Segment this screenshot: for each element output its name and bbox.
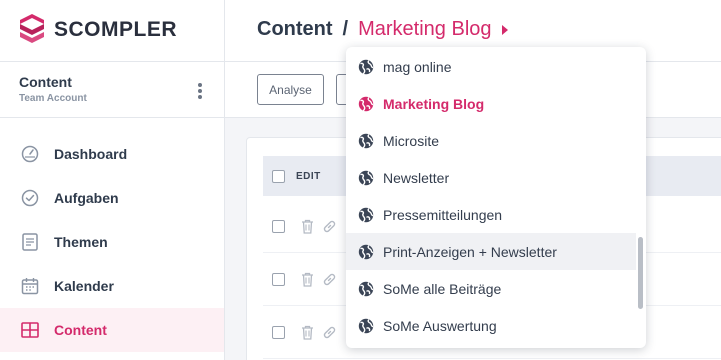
dropdown-item-label: Pressemitteilungen — [383, 206, 503, 223]
channel-selector[interactable]: Marketing Blog — [358, 18, 491, 41]
sidebar: SCOMPLER Content Team Account Dashboard … — [0, 0, 225, 360]
kebab-dot — [198, 83, 202, 87]
dropdown-item-label: Marketing Blog — [383, 95, 485, 112]
dropdown-item-print-anzeigen-newsletter[interactable]: Print-Anzeigen + Newsletter — [346, 233, 636, 270]
dropdown-item-pressemitteilungen[interactable]: Pressemitteilungen — [346, 196, 636, 233]
sidebar-item-label: Aufgaben — [54, 190, 119, 206]
trash-icon[interactable] — [299, 271, 315, 287]
account-type: Team Account — [19, 93, 87, 104]
globe-icon — [358, 96, 374, 112]
select-all-checkbox[interactable] — [272, 169, 285, 183]
sidebar-item-themen[interactable]: Themen — [0, 220, 224, 264]
document-icon — [20, 232, 40, 252]
channel-dropdown: mag online Marketing Blog Microsite News… — [346, 47, 646, 348]
sidebar-item-dashboard[interactable]: Dashboard — [0, 132, 224, 176]
brand-logo[interactable]: SCOMPLER — [18, 12, 177, 48]
globe-icon — [358, 207, 374, 223]
dropdown-item-mag-online[interactable]: mag online — [346, 48, 636, 85]
calendar-icon — [20, 276, 40, 296]
globe-icon — [358, 59, 374, 75]
dropdown-item-some-auswertung[interactable]: SoMe Auswertung — [346, 307, 636, 344]
sidebar-item-content[interactable]: Content — [0, 308, 224, 352]
link-icon[interactable] — [321, 271, 337, 287]
dropdown-item-label: Print-Anzeigen + Newsletter — [383, 243, 557, 260]
dropdown-scrollbar[interactable] — [638, 237, 643, 309]
sidebar-item-label: Kalender — [54, 278, 114, 294]
divider — [0, 117, 225, 118]
caret-right-icon[interactable] — [501, 24, 508, 35]
account-menu-button[interactable] — [193, 80, 207, 102]
gauge-icon — [20, 144, 40, 164]
dropdown-item-label: Microsite — [383, 132, 440, 149]
link-icon[interactable] — [321, 218, 337, 234]
sidebar-item-label: Dashboard — [54, 146, 128, 162]
breadcrumb-separator: / — [342, 18, 349, 40]
dropdown-item-label: mag online — [383, 58, 452, 75]
dropdown-item-microsite[interactable]: Microsite — [346, 122, 636, 159]
dropdown-item-marketing-blog[interactable]: Marketing Blog — [346, 85, 636, 122]
sidebar-item-label: Themen — [54, 234, 108, 250]
kebab-dot — [198, 89, 202, 93]
brand-name: SCOMPLER — [54, 18, 178, 41]
trash-icon[interactable] — [299, 218, 315, 234]
sidebar-nav: Dashboard Aufgaben Themen Kalender Conte… — [0, 132, 224, 352]
row-checkbox[interactable] — [272, 219, 285, 233]
scompler-logo-icon — [20, 14, 44, 43]
column-header-edit: EDIT — [296, 170, 321, 182]
breadcrumb: Content / Marketing Blog — [257, 18, 508, 41]
trash-icon[interactable] — [299, 324, 315, 340]
divider — [0, 61, 225, 62]
dropdown-item-label: Newsletter — [383, 169, 450, 186]
row-checkbox[interactable] — [272, 272, 285, 286]
account-name: Content — [19, 74, 72, 90]
globe-icon — [358, 318, 374, 334]
grid-icon — [20, 320, 40, 340]
sidebar-item-kalender[interactable]: Kalender — [0, 264, 224, 308]
globe-icon — [358, 281, 374, 297]
globe-icon — [358, 133, 374, 149]
sidebar-item-aufgaben[interactable]: Aufgaben — [0, 176, 224, 220]
row-checkbox[interactable] — [272, 325, 285, 339]
kebab-dot — [198, 95, 202, 99]
link-icon[interactable] — [321, 324, 337, 340]
dropdown-item-newsletter[interactable]: Newsletter — [346, 159, 636, 196]
analyse-button[interactable]: Analyse — [257, 74, 324, 105]
globe-icon — [358, 170, 374, 186]
breadcrumb-root[interactable]: Content — [257, 18, 333, 41]
dropdown-item-some-alle-beitraege[interactable]: SoMe alle Beiträge — [346, 270, 636, 307]
sidebar-item-label: Content — [54, 322, 107, 338]
account-switcher[interactable]: Content Team Account — [19, 74, 219, 104]
dropdown-item-label: SoMe alle Beiträge — [383, 280, 502, 297]
globe-icon — [358, 244, 374, 260]
check-circle-icon — [20, 188, 40, 208]
dropdown-item-label: SoMe Auswertung — [383, 317, 497, 334]
